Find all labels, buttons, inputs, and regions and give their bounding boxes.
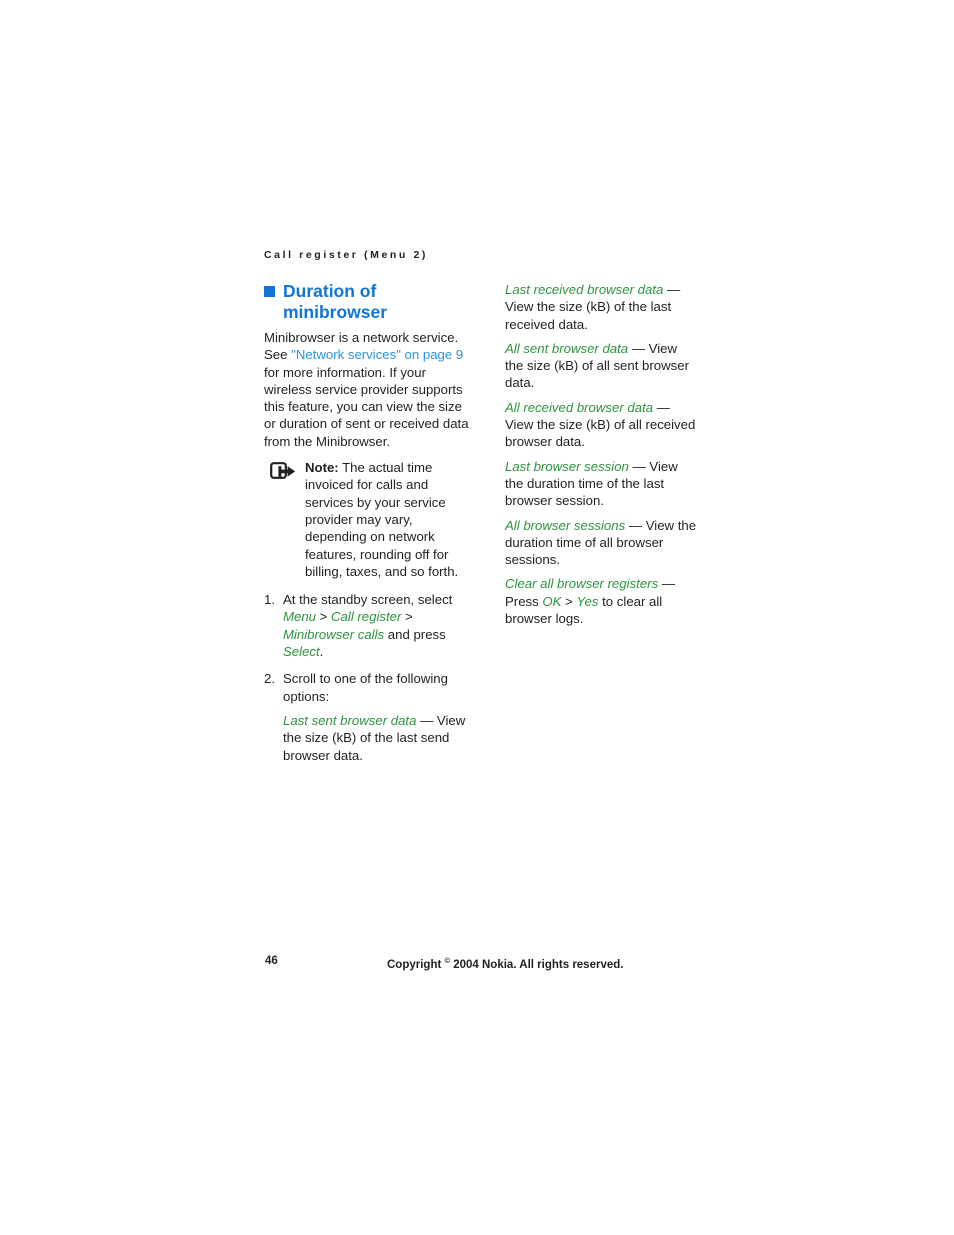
footer-page-number: 46 [265, 955, 278, 967]
option-term: Last sent browser data [283, 712, 417, 728]
ui-term-menu: Menu [283, 609, 316, 625]
ui-term-minibrowser-calls: Minibrowser calls [283, 626, 385, 642]
step-number-2: 2. [264, 671, 275, 687]
note-label: Note: [305, 460, 339, 476]
step-1-text-2: and press [384, 626, 446, 642]
option-all-browser-sessions: All browser sessions — View the duration… [505, 517, 697, 569]
option-clear-all-browser-registers: Clear all browser registers — Press OK >… [505, 575, 697, 627]
steps-list: 1. At the standby screen, select Menu > C… [264, 591, 469, 764]
option-last-browser-session: Last browser session — View the duration… [505, 458, 697, 510]
section-heading-line2: minibrowser [283, 302, 388, 322]
document-page: Call register (Menu 2) Duration of minib… [0, 0, 954, 1235]
intro-paragraph: Minibrowser is a network service. See "N… [264, 329, 469, 450]
step-item-2: 2. Scroll to one of the following options… [264, 670, 469, 763]
note-block: Note: The actual time invoiced for calls… [264, 459, 469, 580]
ui-term-yes: Yes [576, 593, 599, 609]
right-column: Last received browser data — View the si… [505, 281, 697, 627]
option-all-sent-browser-data: All sent browser data — View the size (k… [505, 340, 697, 392]
square-bullet-icon [264, 286, 275, 297]
step-1-text-1: At the standby screen, select [283, 592, 453, 608]
note-pointer-icon [270, 462, 297, 481]
copyright-text-after: 2004 Nokia. All rights reserved. [450, 958, 624, 971]
step-number-1: 1. [264, 592, 275, 608]
option-term: Last received browser data [505, 282, 664, 297]
network-services-link[interactable]: "Network services" on page 9 [291, 347, 463, 362]
step-1-text-3: . [319, 644, 324, 660]
section-heading: Duration of minibrowser [264, 281, 469, 323]
running-header: Call register (Menu 2) [264, 249, 428, 261]
option-last-received-browser-data: Last received browser data — View the si… [505, 281, 697, 333]
step-item-1: 1. At the standby screen, select Menu > C… [264, 591, 469, 660]
option-all-received-browser-data: All received browser data — View the siz… [505, 399, 697, 451]
ui-term-ok: OK [542, 593, 562, 609]
intro-text-after-link: for more information. If your wireless s… [264, 364, 469, 449]
option-last-sent-browser-data: Last sent browser data — View the size (… [283, 712, 469, 764]
step-2-text: Scroll to one of the following options: [283, 671, 448, 704]
copyright-text-before: Copyright [387, 958, 445, 971]
option-term: All browser sessions [505, 517, 626, 533]
step-1-sep-1: > [316, 609, 332, 625]
option-term: Clear all browser registers [505, 576, 659, 592]
ui-term-select: Select [283, 644, 320, 660]
clear-option-sep: > [561, 593, 577, 609]
option-term: All received browser data [505, 399, 654, 415]
footer-copyright: Copyright © 2004 Nokia. All rights reser… [387, 956, 623, 971]
left-column: Duration of minibrowser Minibrowser is a… [264, 281, 469, 764]
option-term: All sent browser data [505, 340, 629, 356]
step-1-sep-2: > [401, 609, 413, 625]
section-heading-line1: Duration of [283, 281, 377, 301]
note-text: The actual time invoiced for calls and s… [305, 460, 459, 579]
option-term: Last browser session [505, 458, 629, 474]
ui-term-call-register: Call register [331, 609, 402, 625]
